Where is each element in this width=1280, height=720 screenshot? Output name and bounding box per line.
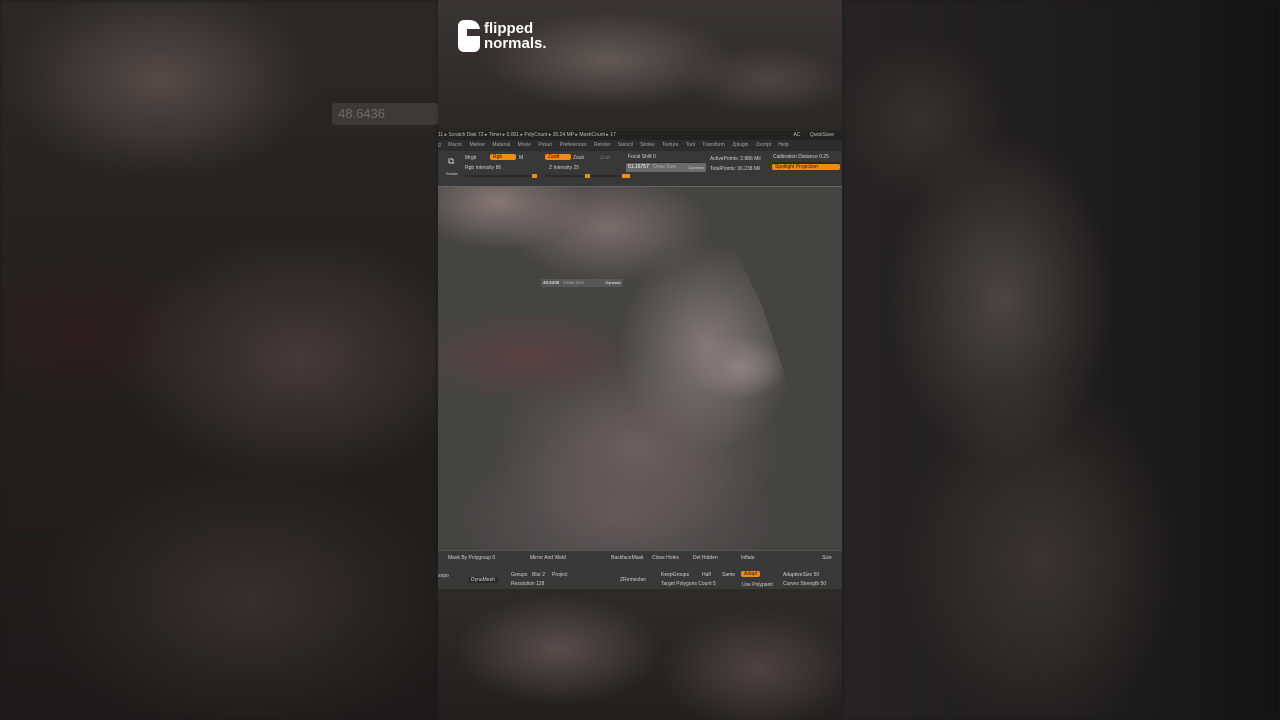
zremesher-button[interactable]: ZRemesher — [620, 577, 646, 583]
project-button[interactable]: Project — [552, 572, 568, 578]
zsub-button[interactable]: Zsub — [573, 155, 584, 161]
adapt-button[interactable]: Adapt — [741, 571, 761, 577]
backface-mask-button[interactable]: BackfaceMask — [611, 555, 644, 561]
sculpt-mesh — [438, 187, 842, 551]
inflate-slider[interactable]: Inflate — [741, 555, 755, 561]
z-intensity-track[interactable] — [545, 174, 620, 178]
del-hidden-button[interactable]: Del Hidden — [693, 555, 718, 561]
size-slider[interactable]: Size — [822, 555, 832, 561]
rotate-label: Rotate — [446, 171, 458, 176]
logo-line-2: normals. — [484, 35, 547, 52]
popup-label: Draw Size — [563, 280, 585, 285]
draw-size-value: 51.16757 — [628, 164, 649, 170]
draw-size-field[interactable]: 51.16757 Draw Size Dynamic — [626, 163, 706, 172]
draw-size-track[interactable] — [622, 174, 706, 178]
draw-size-label: Draw Size — [653, 164, 677, 170]
calibration-distance-slider[interactable]: Calibration Distance 0.25 — [773, 154, 829, 160]
m-button[interactable]: M — [519, 155, 523, 161]
menu-bar: g Macro Marker Material Movie Picker Pre… — [438, 140, 842, 151]
ac-button[interactable]: AC — [793, 132, 800, 138]
rgb-intensity-track[interactable] — [465, 174, 537, 178]
logo-f-icon — [458, 20, 480, 52]
blurred-background-right — [842, 0, 1280, 720]
blurred-draw-size-field: 48.6436 — [332, 103, 438, 125]
spotlight-projection-button[interactable]: Spotlight Projection — [772, 164, 840, 170]
dynamesh-button[interactable]: DynaMesh — [468, 577, 498, 583]
menu-item-marker[interactable]: Marker — [469, 142, 485, 148]
z-intensity-slider[interactable]: Z Intensity 25 — [549, 165, 579, 171]
logo-line-1: flipped — [484, 20, 534, 37]
zbrush-window: 11 ▸ Scratch Disk 72 ▸ Timer ▸ 0.001 ▸ P… — [438, 131, 842, 590]
adaptive-size-slider[interactable]: AdaptiveSize 50 — [783, 572, 819, 578]
menu-item-movie[interactable]: Movie — [518, 142, 531, 148]
total-points: TotalPoints: 30.238 Mil — [710, 166, 761, 172]
menu-item-zscript[interactable]: Zscript — [756, 142, 771, 148]
bottom-panel: Mask By Polygroup 0 Mirror And Weld Back… — [438, 550, 842, 590]
groups-button[interactable]: Groups — [511, 572, 527, 578]
menu-item-material[interactable]: Material — [492, 142, 510, 148]
menu-item-picker[interactable]: Picker — [538, 142, 552, 148]
menu-item[interactable]: g — [438, 142, 441, 148]
flippednormals-logo: flipped normals. — [458, 20, 547, 52]
draw-size-popup[interactable]: 48.6436 Draw Size Dynamic — [541, 279, 623, 287]
keep-groups-button[interactable]: KeepGroups — [661, 572, 689, 578]
use-polypaint-button[interactable]: Use Polypaint — [742, 582, 773, 588]
popup-value: 48.6436 — [543, 280, 560, 285]
video-frame: flipped normals. 11 ▸ Scratch Disk 72 ▸ … — [438, 0, 842, 720]
menu-item-preferences[interactable]: Preferences — [560, 142, 587, 148]
snapo-button[interactable]: snpo — [438, 573, 449, 579]
status-bar: 11 ▸ Scratch Disk 72 ▸ Timer ▸ 0.001 ▸ P… — [438, 131, 842, 140]
canvas-viewport[interactable]: 48.6436 Draw Size Dynamic — [438, 186, 842, 551]
mirror-and-weld-button[interactable]: Mirror And Weld — [530, 555, 566, 561]
status-info: 11 ▸ Scratch Disk 72 ▸ Timer ▸ 0.001 ▸ P… — [438, 132, 616, 138]
popup-dynamic[interactable]: Dynamic — [605, 279, 621, 287]
menu-item-render[interactable]: Render — [594, 142, 610, 148]
close-holes-button[interactable]: Close Holes — [652, 555, 679, 561]
sculpt-closeup-bottom — [438, 589, 842, 720]
curves-strength-slider[interactable]: Curves Strength 50 — [783, 581, 826, 587]
zcut-button[interactable]: Zcut — [600, 155, 610, 161]
menu-item-macro[interactable]: Macro — [448, 142, 462, 148]
focal-shift-slider[interactable]: Focal Shift 0 — [628, 154, 656, 160]
rotate-icon[interactable]: ⧉ — [448, 156, 454, 167]
mrgb-button[interactable]: Mrgb — [465, 155, 476, 161]
top-shelf: ⧉ Rotate Mrgb Rgb M Rgb Intensity 86 Zad… — [438, 151, 842, 186]
half-button[interactable]: Half — [702, 572, 711, 578]
blur-slider[interactable]: Blur 2 — [532, 572, 545, 578]
same-button[interactable]: Same — [722, 572, 735, 578]
rgb-intensity-slider[interactable]: Rgb Intensity 86 — [465, 165, 501, 171]
menu-item-transform[interactable]: Transform — [702, 142, 725, 148]
menu-item-help[interactable]: Help — [778, 142, 788, 148]
menu-item-tool[interactable]: Tool — [686, 142, 695, 148]
menu-item-stencil[interactable]: Stencil — [618, 142, 633, 148]
target-polygons-count-slider[interactable]: Target Polygons Count 5 — [661, 581, 716, 587]
dynamic-toggle[interactable]: Dynamic — [688, 163, 704, 172]
zadd-button[interactable]: Zadd — [545, 154, 571, 160]
rgb-button[interactable]: Rgb — [490, 154, 516, 160]
menu-item-stroke[interactable]: Stroke — [640, 142, 654, 148]
menu-item-texture[interactable]: Texture — [662, 142, 678, 148]
active-points: ActivePoints: 2.886 Mil — [710, 156, 761, 162]
quicksave-button[interactable]: QuickSave — [810, 132, 834, 138]
menu-item-zplugin[interactable]: Zplugin — [732, 142, 748, 148]
resolution-slider[interactable]: Resolution 128 — [511, 581, 544, 587]
mask-by-polygroup-slider[interactable]: Mask By Polygroup 0 — [448, 555, 495, 561]
